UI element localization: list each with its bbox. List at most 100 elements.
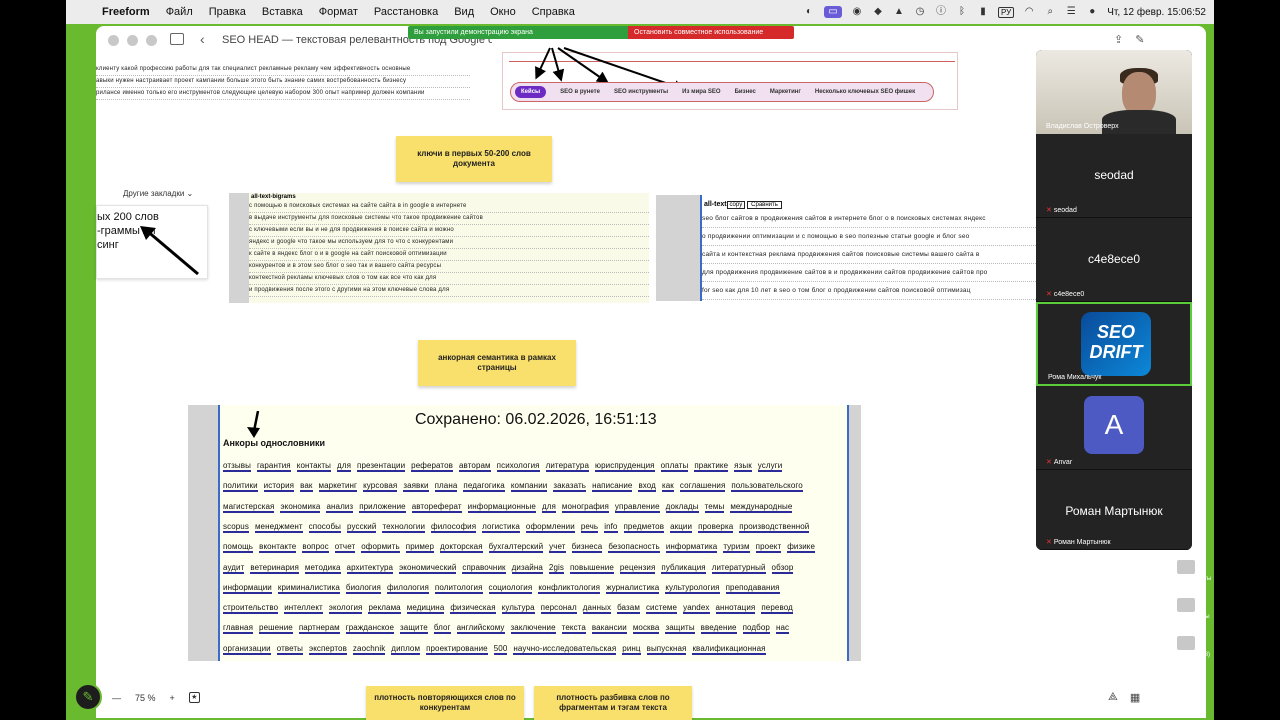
alltext-title-text: all-text bbox=[704, 201, 727, 208]
zoom-in-button[interactable]: + bbox=[170, 693, 175, 703]
vpn-icon[interactable]: ▲ bbox=[893, 6, 905, 18]
sidebar-toggle-icon[interactable] bbox=[170, 33, 184, 45]
anchor-word: экономический bbox=[399, 562, 457, 574]
menu-insert[interactable]: Вставка bbox=[262, 6, 303, 18]
anchor-word: курсовая bbox=[363, 481, 398, 493]
bigram-row: и продвижения после этого с другими на э… bbox=[249, 285, 649, 297]
clock-icon[interactable]: ◷ bbox=[914, 6, 926, 18]
participant-display-name: seodad bbox=[1094, 168, 1134, 182]
anchor-word: логистика bbox=[482, 521, 520, 533]
anchor-word: текста bbox=[561, 623, 586, 635]
input-language[interactable]: РУ bbox=[998, 6, 1015, 18]
menu-app-name[interactable]: Freeform bbox=[102, 6, 150, 18]
info-icon[interactable]: ⓘ bbox=[935, 6, 947, 18]
bottom-right-tools: ⟁ ▦ bbox=[1108, 691, 1140, 704]
spotlight-icon[interactable]: ⌕ bbox=[1044, 6, 1056, 18]
nav-item-marketing[interactable]: Маркетинг bbox=[770, 89, 801, 95]
zoom-button[interactable] bbox=[146, 35, 157, 46]
menu-edit[interactable]: Правка bbox=[209, 6, 246, 18]
alltext-card[interactable]: all-text copy Сравнить seo блог сайтов в… bbox=[656, 195, 1036, 301]
chevron-left-icon[interactable]: ‹ bbox=[200, 31, 205, 47]
menu-file[interactable]: Файл bbox=[166, 6, 193, 18]
sticky-density[interactable]: плотность повторяющихся слов по конкурен… bbox=[366, 686, 524, 720]
anchor-word: педагогика bbox=[463, 481, 505, 493]
menu-help[interactable]: Справка bbox=[532, 6, 575, 18]
nav-item-business[interactable]: Бизнес bbox=[735, 89, 756, 95]
zoom-icon[interactable]: ◉ bbox=[851, 6, 863, 18]
participant-tile[interactable]: Роман Мартынюк ✕ Роман Мартынюк bbox=[1036, 470, 1192, 550]
anchor-row: магистерская экономика анализ приложение авт… bbox=[223, 502, 798, 513]
anchor-word: оформить bbox=[361, 542, 400, 554]
menu-format[interactable]: Формат bbox=[319, 6, 358, 18]
participant-display-name: Роман Мартынюк bbox=[1065, 504, 1163, 518]
bigrams-card[interactable]: all-text-bigrams с помощью в поисковых с… bbox=[229, 193, 649, 303]
desktop-folder[interactable]: фрилан-плагины объекты (17) bbox=[1160, 598, 1212, 626]
anchor-word: scopus bbox=[223, 521, 249, 533]
desktop-folder[interactable]: TT объекты (848) bbox=[1160, 636, 1212, 658]
participant-tile[interactable]: A ✕ Anvar bbox=[1036, 386, 1192, 470]
edit-icon[interactable]: ✎ bbox=[1135, 33, 1144, 46]
dropbox-icon[interactable]: ◆ bbox=[872, 6, 884, 18]
sticky-first-words[interactable]: ключи в первых 50-200 слов документа bbox=[396, 136, 552, 182]
anchor-row: scopus менеджмент способы русский технологии… bbox=[223, 522, 815, 533]
menubar-status-area: ◐ ▭ ◉ ◆ ▲ ◷ ⓘ ᛒ ▮ РУ ◠ ⌕ ☰ ● Чт, 12 февр… bbox=[803, 6, 1214, 18]
screen-share-icon[interactable]: ▭ bbox=[824, 6, 842, 18]
battery-icon[interactable]: ▮ bbox=[977, 6, 989, 18]
pencil-icon[interactable]: ✎ bbox=[74, 683, 102, 711]
alltext-content: all-text copy Сравнить seo блог сайтов в… bbox=[700, 195, 1036, 301]
anchor-word: социология bbox=[488, 582, 533, 594]
sticky-anchor-semantics[interactable]: анкорная семантика в рамках страницы bbox=[418, 340, 576, 386]
share-icon[interactable]: ⇪ bbox=[1114, 33, 1123, 46]
participant-tile[interactable]: c4e8ece0 ✕ c4e8ece0 bbox=[1036, 218, 1192, 302]
anchor-word: информации bbox=[223, 582, 272, 594]
anchors-card[interactable]: Сохранено: 06.02.2026, 16:51:13 Анкоры о… bbox=[188, 405, 861, 661]
sticky-density-split[interactable]: плотность разбивка слов по фрагментам и … bbox=[534, 686, 692, 720]
arrow-down-annotation bbox=[247, 411, 260, 438]
creative-cloud-icon[interactable]: ◐ bbox=[803, 6, 815, 18]
nav-item-seo-tips[interactable]: Несколько ключевых SEO фишек bbox=[815, 89, 915, 95]
wifi-icon[interactable]: ◠ bbox=[1023, 6, 1035, 18]
nav-item-seo-runet[interactable]: SEO в рунете bbox=[560, 89, 600, 95]
desktop-folder[interactable]: js-disable объекты (3) bbox=[1160, 560, 1212, 588]
alltext-row: seo блог сайтов в продвижения сайтов в и… bbox=[702, 210, 1036, 228]
menubar-datetime[interactable]: Чт, 12 февр. 15:06:52 bbox=[1107, 7, 1206, 18]
control-center-icon[interactable]: ☰ bbox=[1065, 6, 1077, 18]
nav-item-cases[interactable]: Кейсы bbox=[515, 86, 547, 98]
anchor-word: базам bbox=[617, 603, 640, 615]
diagram-icon[interactable]: ⟁ bbox=[1108, 691, 1118, 704]
participant-tile[interactable]: Владислав Островерх bbox=[1036, 50, 1192, 134]
mic-muted-icon: ✕ bbox=[1046, 207, 1052, 214]
anchor-word: ринц bbox=[622, 643, 641, 655]
menu-view[interactable]: Вид bbox=[454, 6, 474, 18]
compare-button[interactable]: Сравнить bbox=[747, 201, 782, 209]
minimize-button[interactable] bbox=[127, 35, 138, 46]
menu-window[interactable]: Окно bbox=[490, 6, 516, 18]
anchor-word: 500 bbox=[493, 643, 508, 655]
anchor-word: анализ bbox=[326, 501, 354, 513]
zoom-level[interactable]: 75 % bbox=[135, 693, 156, 703]
anchor-word: физике bbox=[787, 542, 816, 554]
anchor-word: заказать bbox=[553, 481, 587, 493]
anchor-row: информации криминалистика биология филологи… bbox=[223, 583, 786, 594]
grid-icon[interactable]: ▦ bbox=[1130, 691, 1140, 704]
star-icon[interactable]: ★ bbox=[188, 692, 200, 703]
siri-icon[interactable]: ● bbox=[1086, 6, 1098, 18]
bookmarks-folder[interactable]: Другие закладки ⌄ bbox=[123, 189, 193, 198]
anchor-word: гарантия bbox=[256, 461, 291, 472]
zoom-out-button[interactable]: — bbox=[112, 693, 121, 703]
menu-arrange[interactable]: Расстановка bbox=[374, 6, 438, 18]
participant-name: ✕ Роман Мартынюк bbox=[1046, 538, 1111, 546]
anchor-row: строительство интеллект экология реклама мед… bbox=[223, 603, 799, 615]
anchor-word: архитектура bbox=[346, 562, 394, 574]
close-button[interactable] bbox=[108, 35, 119, 46]
site-nav: Кейсы SEO в рунете SEO инструменты Из ми… bbox=[510, 82, 934, 102]
participant-tile[interactable]: seodad ✕ seodad bbox=[1036, 134, 1192, 218]
bluetooth-icon[interactable]: ᛒ bbox=[956, 6, 968, 18]
nav-item-seo-world[interactable]: Из мира SEO bbox=[682, 89, 720, 95]
copy-button[interactable]: copy bbox=[726, 201, 746, 209]
nav-item-seo-tools[interactable]: SEO инструменты bbox=[614, 89, 668, 95]
anchor-word: пользовательского bbox=[731, 481, 803, 493]
participant-tile-speaking[interactable]: SEO DRIFT Рома Михальчук bbox=[1036, 302, 1192, 386]
anchor-word: заключение bbox=[510, 623, 556, 635]
stop-sharing-button[interactable]: Остановить совместное использование bbox=[628, 26, 794, 39]
